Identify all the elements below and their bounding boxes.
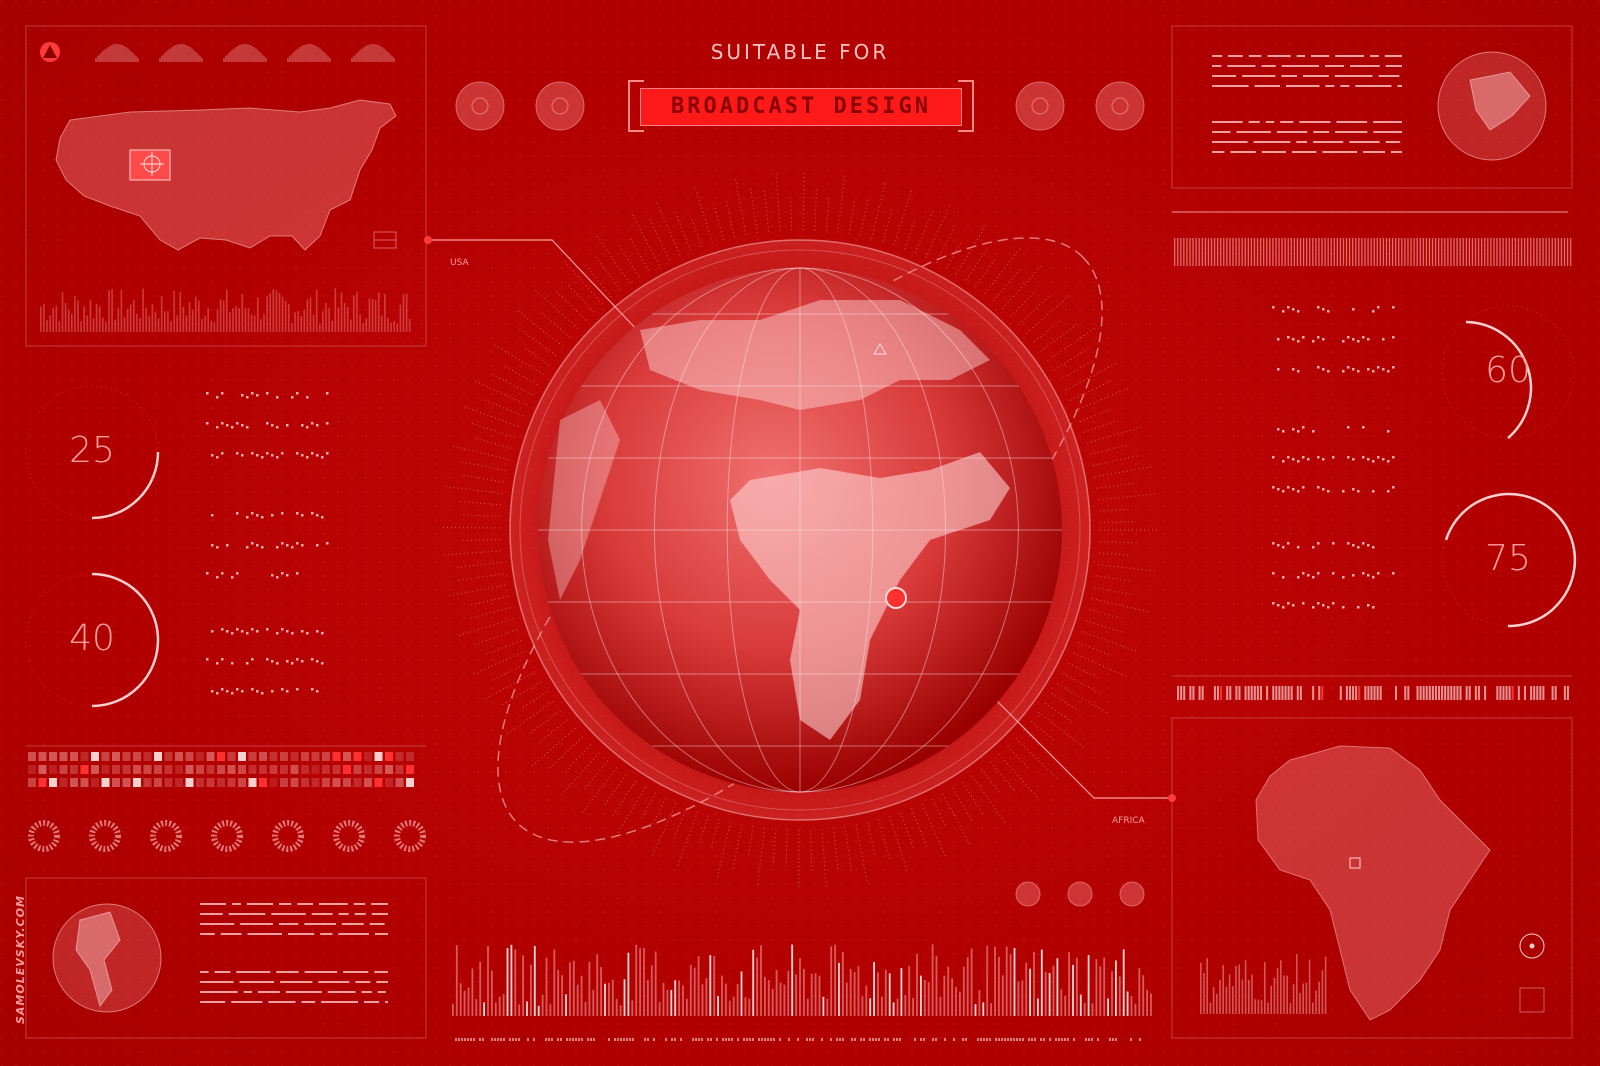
africa-pin — [885, 587, 907, 609]
heat-squares — [28, 752, 414, 787]
africa-marker — [1168, 794, 1176, 802]
subtitle-text: SUITABLE FOR — [710, 40, 890, 64]
gauge-value-25: 25 — [69, 430, 115, 471]
hud-screen: SUITABLE FOR BROADCAST DESIGN 25 40 60 7… — [0, 0, 1600, 1066]
gauge-value-60: 60 — [1485, 350, 1531, 391]
usa-label: USA — [450, 258, 469, 268]
broadcast-badge: BROADCAST DESIGN — [640, 88, 962, 126]
gauge-value-75: 75 — [1485, 538, 1531, 579]
badge-label: BROADCAST DESIGN — [671, 94, 931, 119]
watermark-text: SAMOLEVSKY.COM — [14, 895, 27, 1024]
usa-marker — [424, 236, 432, 244]
hud-graphics — [0, 0, 1600, 1066]
globe — [509, 239, 1091, 821]
gauge-value-40: 40 — [69, 618, 115, 659]
africa-label: AFRICA — [1112, 816, 1145, 826]
